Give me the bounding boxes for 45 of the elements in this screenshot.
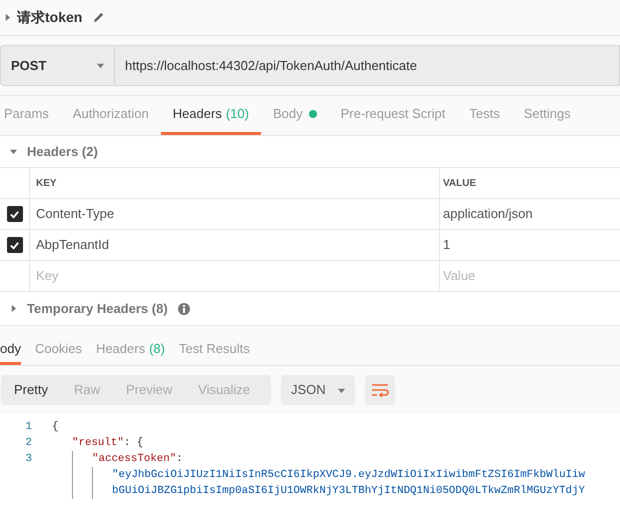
header-value[interactable]: 1 bbox=[443, 235, 450, 255]
request-tab[interactable]: Params bbox=[4, 96, 61, 135]
code-line: { bbox=[52, 420, 58, 435]
request-tab[interactable]: Tests bbox=[457, 96, 512, 135]
line-number: 2 bbox=[26, 437, 32, 449]
section-title[interactable]: Headers (2) bbox=[27, 142, 98, 162]
check-icon bbox=[9, 208, 20, 220]
request-tab[interactable]: Settings bbox=[512, 96, 583, 135]
check-icon bbox=[9, 240, 20, 250]
response-tab[interactable]: Test Results bbox=[178, 336, 250, 365]
caret-icon[interactable] bbox=[97, 62, 104, 69]
caret-icon[interactable] bbox=[10, 148, 17, 155]
caret-icon[interactable] bbox=[4, 14, 11, 21]
value-field[interactable]: Value bbox=[443, 266, 617, 286]
wrap-icon[interactable] bbox=[364, 375, 395, 405]
code-line: "result": { bbox=[72, 436, 144, 451]
request-name: 请求token bbox=[17, 8, 82, 27]
code-line: "accessToken": bbox=[92, 452, 183, 467]
request-tab[interactable]: Pre-request Script bbox=[328, 96, 458, 135]
column-header: VALUE bbox=[443, 176, 476, 190]
request-tab[interactable]: Body bbox=[260, 96, 329, 135]
response-tab[interactable]: Cookies bbox=[34, 336, 82, 365]
caret-icon[interactable] bbox=[10, 305, 17, 312]
caret-icon[interactable] bbox=[338, 386, 345, 394]
line-number: 1 bbox=[26, 421, 32, 433]
request-tab[interactable]: Authorization bbox=[60, 96, 161, 135]
method-dropdown[interactable]: POST bbox=[0, 45, 115, 86]
header-key[interactable]: AbpTenantId bbox=[36, 235, 110, 255]
column-header: KEY bbox=[36, 176, 57, 190]
header-value[interactable]: application/json bbox=[443, 204, 533, 224]
line-number: 3 bbox=[26, 453, 32, 465]
code-line: bGUiOiJBZG1pbiIsImp0aSI6IjU1OWRkNjY3LTBhYjItNDQ1Ni05ODQ0LTkwZmRlMGUzYTdjY bbox=[112, 484, 585, 499]
code-line: "eyJhbGciOiJIUzI1NiIsInR5cCI6IkpXVCJ9.eyJzdWIiOiIxIiwibmFtZSI6ImFkbWluIiw bbox=[112, 468, 585, 483]
section-title[interactable]: Temporary Headers (8) bbox=[27, 298, 168, 318]
format-dropdown[interactable]: JSON bbox=[281, 375, 355, 405]
info-icon[interactable] bbox=[178, 302, 190, 314]
key-field[interactable]: Key bbox=[36, 266, 433, 286]
url-field[interactable]: https://localhost:44302/api/TokenAuth/Authenticate bbox=[115, 45, 620, 86]
view-mode-tab[interactable]: Pretty bbox=[1, 375, 61, 405]
checkbox[interactable] bbox=[6, 206, 22, 222]
response-tab[interactable]: Headers (8) bbox=[96, 336, 165, 365]
checkbox[interactable] bbox=[6, 237, 22, 253]
header-key[interactable]: Content-Type bbox=[36, 204, 114, 224]
pencil-icon[interactable] bbox=[92, 11, 106, 24]
response-tab[interactable]: ody bbox=[0, 336, 21, 365]
